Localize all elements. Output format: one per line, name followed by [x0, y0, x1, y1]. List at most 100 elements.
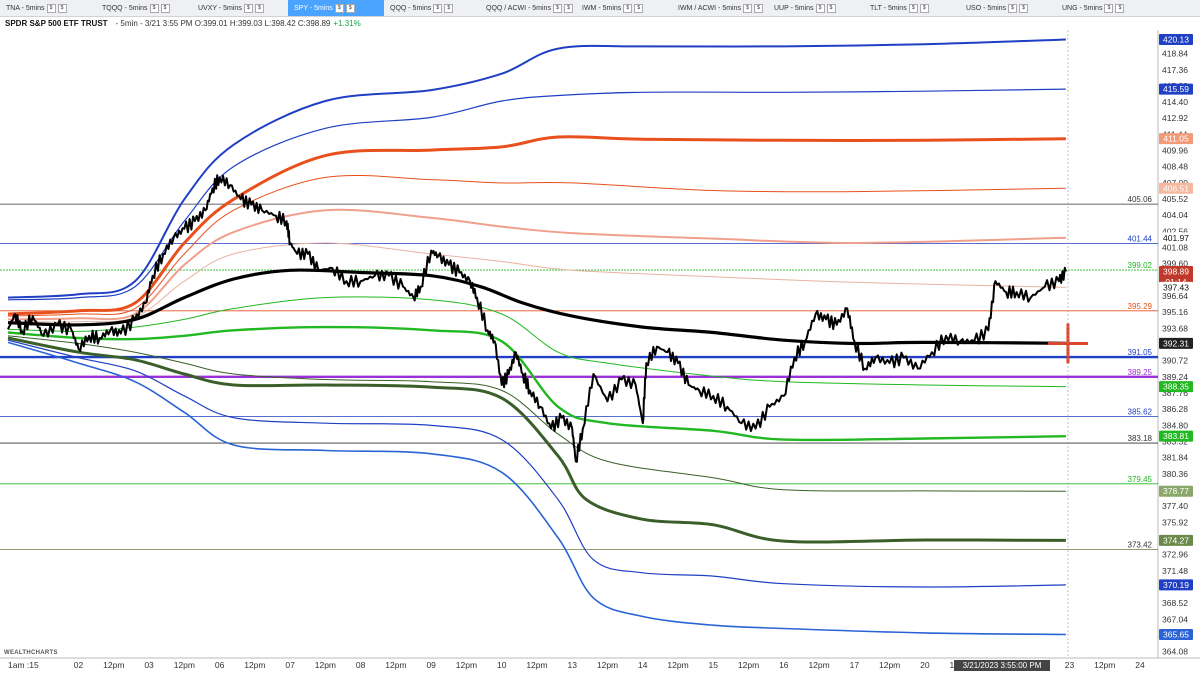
change-percent: +1.31%: [333, 18, 361, 28]
tab-badge[interactable]: $: [444, 3, 454, 13]
x-tick-label: 12pm: [738, 660, 759, 670]
tab-label: IWM - 5mins: [582, 4, 622, 12]
y-tick-label: 384.80: [1162, 420, 1188, 430]
wealthcharts-logo: WEALTHCHARTS: [4, 650, 58, 656]
x-tick-label: 23: [1065, 660, 1075, 670]
tab-label: TLT - 5mins: [870, 4, 907, 12]
symbol-tab-bar: TNA - 5mins $ $ TQQQ - 5mins $ $ UVXY - 5mins $…: [0, 0, 1200, 17]
price-tag-label: 411.05: [1163, 134, 1189, 144]
tab-badge[interactable]: $: [1008, 3, 1018, 13]
y-tick-label: 364.08: [1162, 647, 1188, 657]
y-tick-label: 417.36: [1162, 65, 1188, 75]
tab-iwm-5mins[interactable]: IWM - 5mins $ $: [576, 0, 672, 16]
price-tag-label: 365.65: [1163, 630, 1189, 640]
y-tick-label: 368.52: [1162, 598, 1188, 608]
y-tick-label: 390.72: [1162, 356, 1188, 366]
tab-badge[interactable]: $: [345, 3, 355, 13]
tab-badge[interactable]: $: [743, 3, 752, 13]
chart-header: SPDR S&P 500 ETF TRUST - 5min - 3/21 3:5…: [0, 16, 1200, 30]
x-tick-label: 12pm: [879, 660, 900, 670]
crosshair-time-label: 3/21/2023 3:55:00 PM: [954, 660, 1050, 671]
tab-badge[interactable]: $: [334, 3, 344, 13]
tab-badge[interactable]: $: [623, 3, 633, 13]
y-tick-label: 389.24: [1162, 372, 1188, 382]
tab-badge[interactable]: $: [160, 3, 170, 13]
tab-badge[interactable]: $: [243, 3, 253, 13]
tab-badge[interactable]: $: [149, 3, 159, 13]
x-tick-label: 1am :15: [8, 660, 39, 670]
y-tick-label: 367.04: [1162, 614, 1188, 624]
tab-iwm-acwi-5mins[interactable]: IWM / ACWI - 5mins $ $: [672, 0, 768, 16]
x-tick-label: 16: [779, 660, 789, 670]
tab-label: TQQQ - 5mins: [102, 4, 148, 12]
x-tick-label: 10: [497, 660, 507, 670]
tab-tlt-5mins[interactable]: TLT - 5mins $ $: [864, 0, 960, 16]
tab-tqqq-5mins[interactable]: TQQQ - 5mins $ $: [96, 0, 192, 16]
tab-qqq-5mins[interactable]: QQQ - 5mins $ $: [384, 0, 480, 16]
x-tick-label: 12pm: [1094, 660, 1115, 670]
level-label: 383.18: [1128, 434, 1153, 443]
tab-qqq-acwi-5mins[interactable]: QQQ / ACWI - 5mins $ $: [480, 0, 576, 16]
tab-spy-5mins[interactable]: SPY - 5mins $ $: [288, 0, 384, 16]
level-label: 399.02: [1128, 261, 1153, 270]
tab-badge[interactable]: $: [254, 3, 264, 13]
price-tag-label: 378.77: [1163, 486, 1189, 496]
y-tick-label: 414.40: [1162, 97, 1188, 107]
tab-label: IWM / ACWI - 5mins: [678, 4, 741, 12]
tab-badge[interactable]: $: [908, 3, 918, 13]
tab-badge[interactable]: $: [1115, 3, 1125, 13]
level-label: 391.05: [1128, 348, 1153, 357]
tab-badge[interactable]: $: [634, 3, 644, 13]
y-tick-label: 408.48: [1162, 162, 1188, 172]
tab-uup-5mins[interactable]: UUP - 5mins $ $: [768, 0, 864, 16]
price-tag-label: 398.89: [1163, 266, 1189, 276]
price-chart[interactable]: 405.06 401.44 399.02 395.29 391.05 389.25 385.…: [0, 30, 1200, 675]
chart-background: [0, 30, 1200, 675]
x-tick-label: 12pm: [597, 660, 618, 670]
y-tick-label: 418.84: [1162, 49, 1188, 59]
x-tick-label: 14: [638, 660, 648, 670]
y-tick-label: 404.04: [1162, 210, 1188, 220]
tab-badge[interactable]: $: [57, 3, 67, 13]
tab-badge[interactable]: $: [815, 3, 825, 13]
tab-tna-5mins[interactable]: TNA - 5mins $ $: [0, 0, 96, 16]
x-tick-label: 17: [850, 660, 860, 670]
x-tick-label: 24: [1135, 660, 1145, 670]
x-tick-label: 12pm: [315, 660, 336, 670]
tab-badge[interactable]: $: [826, 3, 836, 13]
y-tick-label: 377.40: [1162, 501, 1188, 511]
tab-label: USO - 5mins: [966, 4, 1007, 12]
price-tag-label: 420.13: [1163, 35, 1189, 45]
price-tag-label: 397.43: [1163, 282, 1189, 292]
y-tick-label: 381.84: [1162, 453, 1188, 463]
level-label: 379.45: [1128, 475, 1153, 484]
tab-badge[interactable]: $: [754, 3, 763, 13]
tab-uso-5mins[interactable]: USO - 5mins $ $: [960, 0, 1056, 16]
x-tick-label: 03: [144, 660, 154, 670]
symbol-title: SPDR S&P 500 ETF TRUST: [5, 18, 108, 28]
tab-ung-5mins[interactable]: UNG - 5mins $ $: [1056, 0, 1152, 16]
tab-label: UVXY - 5mins: [198, 4, 242, 12]
x-tick-label: 12pm: [244, 660, 265, 670]
tab-badge[interactable]: $: [1019, 3, 1029, 13]
tab-label: UUP - 5mins: [774, 4, 814, 12]
tab-label: UNG - 5mins: [1062, 4, 1103, 12]
level-label: 373.42: [1128, 541, 1153, 550]
y-tick-label: 395.16: [1162, 307, 1188, 317]
tab-badge[interactable]: $: [433, 3, 443, 13]
x-tick-label: 09: [426, 660, 436, 670]
tab-badge[interactable]: $: [46, 3, 56, 13]
y-tick-label: 375.92: [1162, 517, 1188, 527]
tab-badge[interactable]: $: [1104, 3, 1114, 13]
tab-badge[interactable]: $: [563, 3, 573, 13]
x-tick-label: 12pm: [174, 660, 195, 670]
y-tick-label: 393.68: [1162, 323, 1188, 333]
price-tag-label: 383.81: [1163, 431, 1189, 441]
level-label: 405.06: [1128, 195, 1153, 204]
tab-uvxy-5mins[interactable]: UVXY - 5mins $ $: [192, 0, 288, 16]
tab-label: TNA - 5mins: [6, 4, 45, 12]
x-tick-label: 12pm: [526, 660, 547, 670]
tab-badge[interactable]: $: [552, 3, 562, 13]
price-tag-label: 401.97: [1163, 233, 1189, 243]
tab-badge[interactable]: $: [919, 3, 929, 13]
